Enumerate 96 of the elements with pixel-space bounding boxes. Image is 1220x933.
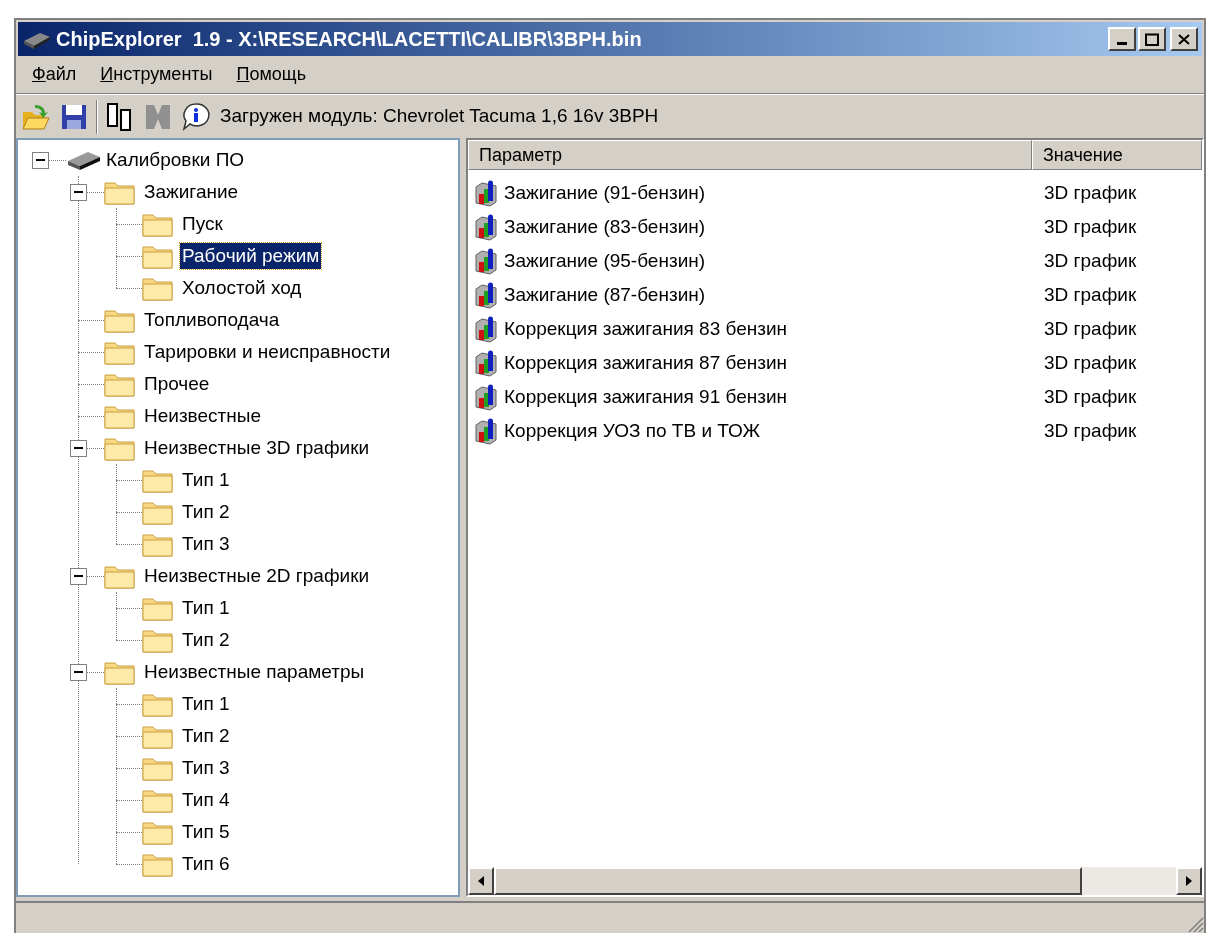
- tree-item[interactable]: Пуск: [180, 211, 225, 237]
- folder-icon: [142, 755, 174, 781]
- table-cell-text: 3D график: [1043, 350, 1137, 375]
- menu-item[interactable]: Помощь: [228, 61, 315, 88]
- folder-icon: [142, 723, 174, 749]
- maximize-button[interactable]: [1138, 27, 1166, 51]
- folder-icon: [104, 179, 136, 205]
- table-cell-text: Коррекция зажигания 91 бензин: [504, 384, 788, 409]
- 3d-chart-icon: [472, 417, 500, 445]
- table-cell-text: 3D график: [1043, 384, 1137, 409]
- folder-icon: [142, 211, 174, 237]
- folder-icon: [142, 851, 174, 877]
- tree-item[interactable]: Неизвестные: [142, 403, 263, 429]
- close-button[interactable]: [1170, 27, 1198, 51]
- folder-icon: [104, 563, 136, 589]
- table-cell-text: 3D график: [1043, 180, 1137, 205]
- window-title: ChipExplorer 1.9 - X:\RESEARCH\LACETTI\CALIBR\3BPH.bin: [56, 27, 642, 52]
- folder-icon: [142, 787, 174, 813]
- table-cell-text: Коррекция УОЗ по ТВ и ТОЖ: [504, 418, 760, 443]
- folder-icon: [104, 339, 136, 365]
- 3d-chart-icon: [472, 179, 500, 207]
- info-icon: [181, 101, 211, 132]
- table-cell-text: Коррекция зажигания 83 бензин: [504, 316, 788, 341]
- table-cell-text: Зажигание (95-бензин): [504, 248, 706, 273]
- column-header[interactable]: Значение: [1032, 140, 1202, 170]
- tree-item[interactable]: Тип 6: [180, 851, 232, 877]
- folder-icon: [104, 659, 136, 685]
- folder-icon: [142, 691, 174, 717]
- close-icon: [1178, 33, 1190, 45]
- tree-item[interactable]: Тип 5: [180, 819, 232, 845]
- tree-item[interactable]: Тип 4: [180, 787, 232, 813]
- folder-icon: [142, 499, 174, 525]
- folder-icon: [142, 627, 174, 653]
- 3d-chart-icon: [472, 247, 500, 275]
- folder-icon: [142, 275, 174, 301]
- collapse-toggle[interactable]: [70, 183, 87, 201]
- resize-grip-icon[interactable]: [1186, 915, 1204, 933]
- table-cell-text: 3D график: [1043, 316, 1137, 341]
- horizontal-scrollbar[interactable]: [468, 867, 1202, 895]
- tree-item[interactable]: Тип 1: [180, 595, 232, 621]
- minimize-icon: [1117, 42, 1127, 45]
- table-cell-text: 3D график: [1043, 214, 1137, 239]
- collapse-toggle[interactable]: [32, 151, 49, 169]
- scroll-right-button[interactable]: [1176, 867, 1202, 895]
- tree-item[interactable]: Неизвестные параметры: [142, 659, 367, 685]
- scrollbar-thumb[interactable]: [494, 867, 1082, 895]
- table-cell-text: 3D график: [1043, 418, 1137, 443]
- 3d-chart-icon: [472, 315, 500, 343]
- folder-icon: [142, 595, 174, 621]
- tree-item[interactable]: Холостой ход: [180, 275, 304, 301]
- tree-item[interactable]: Тип 3: [180, 531, 232, 557]
- tree-item[interactable]: Тип 2: [180, 499, 232, 525]
- table-cell-text: Коррекция зажигания 87 бензин: [504, 350, 788, 375]
- module-status-text: Загружен модуль: Chevrolet Tacuma 1,6 16v 3BPH: [220, 104, 659, 129]
- folder-icon: [142, 819, 174, 845]
- table-cell-text: Зажигание (83-бензин): [504, 214, 706, 239]
- 3d-chart-icon: [472, 213, 500, 241]
- tree-item[interactable]: Тип 2: [180, 627, 232, 653]
- table-cell-text: Зажигание (91-бензин): [504, 180, 706, 205]
- folder-icon: [104, 307, 136, 333]
- column-header[interactable]: Параметр: [468, 140, 1032, 170]
- folder-icon: [104, 403, 136, 429]
- open-folder-icon: [21, 102, 51, 131]
- tree-item[interactable]: Тип 2: [180, 723, 232, 749]
- tree-item[interactable]: Тип 1: [180, 691, 232, 717]
- scroll-left-button[interactable]: [468, 867, 494, 895]
- right-arrow-icon: [1186, 876, 1192, 886]
- tree-item[interactable]: Неизвестные 2D графики: [142, 563, 372, 589]
- table-cell-text: Зажигание (87-бензин): [504, 282, 706, 307]
- tree-item[interactable]: Неизвестные 3D графики: [142, 435, 372, 461]
- minimize-button[interactable]: [1108, 27, 1136, 51]
- menu-item[interactable]: Инструменты: [92, 61, 221, 88]
- left-arrow-icon: [478, 876, 484, 886]
- tree-item[interactable]: Калибровки ПО: [104, 147, 247, 173]
- folder-icon: [104, 435, 136, 461]
- folder-icon: [142, 467, 174, 493]
- folder-icon: [142, 531, 174, 557]
- tree-item[interactable]: Рабочий режим: [180, 243, 322, 269]
- 3d-chart-icon: [472, 281, 500, 309]
- collapse-toggle[interactable]: [70, 567, 87, 585]
- tree-item[interactable]: Тип 1: [180, 467, 232, 493]
- table-cell-text: 3D график: [1043, 248, 1137, 273]
- maximize-icon: [1145, 32, 1159, 46]
- tree-item[interactable]: Прочее: [142, 371, 212, 397]
- tree-item[interactable]: Топливоподача: [142, 307, 282, 333]
- tree-item[interactable]: Зажигание: [142, 179, 241, 205]
- 3d-chart-icon: [472, 349, 500, 377]
- collapse-toggle[interactable]: [70, 439, 87, 457]
- menu-item[interactable]: Файл: [24, 61, 85, 88]
- table-cell-text: 3D график: [1043, 282, 1137, 307]
- folder-icon: [142, 243, 174, 269]
- tree-item[interactable]: Тарировки и неисправности: [142, 339, 393, 365]
- collapse-toggle[interactable]: [70, 663, 87, 681]
- 3d-chart-icon: [472, 383, 500, 411]
- tree-item[interactable]: Тип 3: [180, 755, 232, 781]
- folder-icon: [104, 371, 136, 397]
